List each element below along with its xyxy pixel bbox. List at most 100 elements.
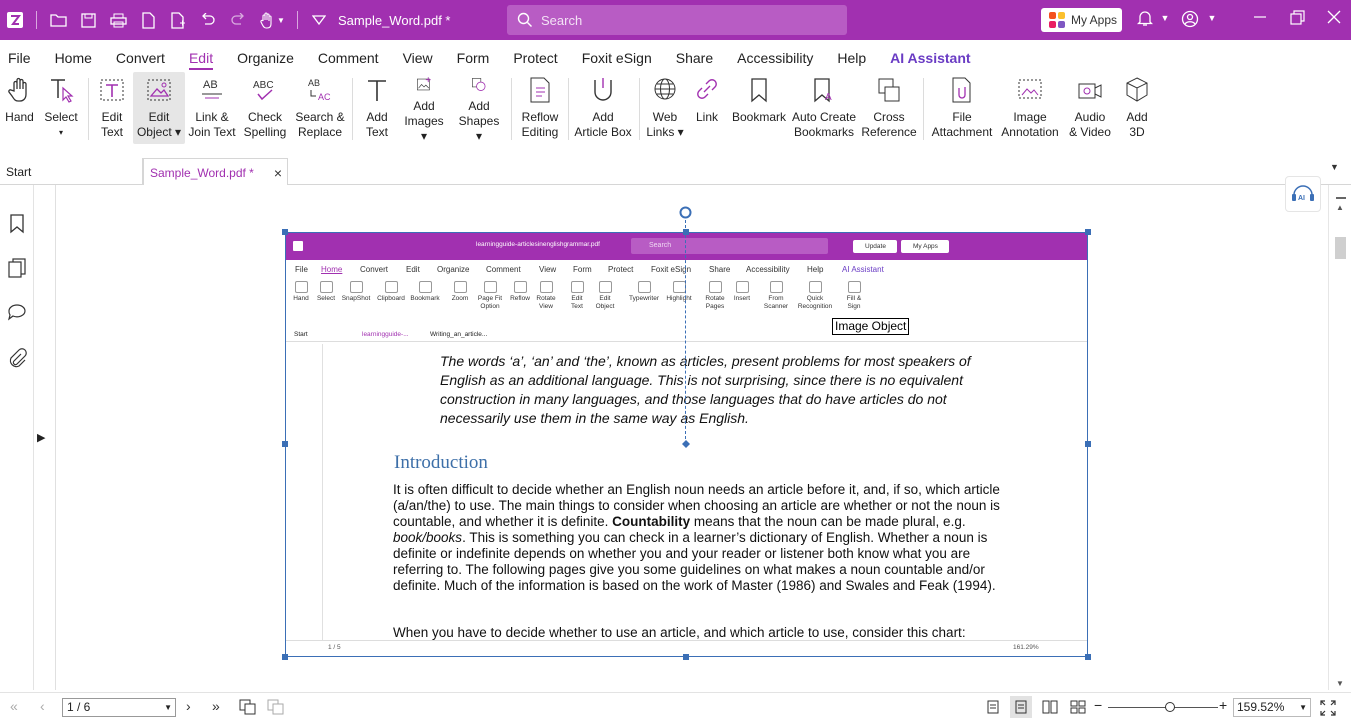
link-join-text-button[interactable]: AB Link & Join Text bbox=[188, 72, 236, 144]
search-box[interactable]: Search bbox=[507, 5, 847, 35]
bookmark-panel-icon[interactable] bbox=[6, 212, 28, 234]
cross-reference-button[interactable]: Cross Reference bbox=[860, 72, 918, 144]
zoom-slider-track[interactable] bbox=[1108, 707, 1218, 708]
restore-icon[interactable] bbox=[1285, 10, 1309, 29]
previous-view-icon[interactable] bbox=[239, 699, 257, 715]
menu-share[interactable]: Share bbox=[664, 40, 725, 72]
undo-icon[interactable] bbox=[193, 0, 223, 40]
zoom-in-icon[interactable]: + bbox=[1219, 697, 1227, 713]
hand-button[interactable]: Hand bbox=[3, 72, 36, 144]
prev-page-icon[interactable]: ‹ bbox=[40, 698, 45, 714]
continuous-facing-icon[interactable] bbox=[1070, 700, 1086, 714]
web-links-button[interactable]: Web Links ▾ bbox=[645, 72, 685, 144]
resize-handle-sw[interactable] bbox=[282, 654, 288, 660]
next-page-icon[interactable]: › bbox=[186, 698, 191, 714]
embedded-rb-select: Select bbox=[316, 281, 336, 303]
tab-sample-word[interactable]: Sample_Word.pdf * × bbox=[143, 158, 288, 185]
first-page-icon[interactable]: « bbox=[10, 698, 18, 714]
foxit-logo-icon[interactable] bbox=[0, 0, 30, 40]
print-icon[interactable] bbox=[103, 0, 133, 40]
save-icon[interactable] bbox=[73, 0, 103, 40]
expand-panel-icon[interactable]: ▶ bbox=[37, 431, 45, 444]
menu-convert[interactable]: Convert bbox=[104, 40, 177, 72]
embedded-title-bar: learningguide-articlesinenglishgrammar.p… bbox=[286, 233, 1087, 260]
create-doc-icon[interactable] bbox=[163, 0, 193, 40]
auto-bookmark-icon: A bbox=[814, 78, 832, 103]
add-shapes-button[interactable]: Add Shapes ▾ bbox=[454, 72, 504, 144]
menu-home[interactable]: Home bbox=[43, 40, 104, 72]
last-page-icon[interactable]: » bbox=[212, 698, 220, 714]
resize-handle-se[interactable] bbox=[1085, 654, 1091, 660]
menu-form[interactable]: Form bbox=[445, 40, 502, 72]
ai-assistant-float-button[interactable]: AI bbox=[1285, 176, 1321, 212]
menu-edit[interactable]: Edit bbox=[177, 40, 225, 72]
scroll-down-icon[interactable]: ▼ bbox=[1336, 679, 1344, 688]
zoom-level-input[interactable]: 159.52% ▼ bbox=[1233, 698, 1311, 717]
embedded-rb-fill-sign: Fill & Sign bbox=[840, 281, 868, 311]
select-text-icon bbox=[51, 79, 74, 103]
page-number-input[interactable]: 1 / 6 ▼ bbox=[62, 698, 176, 717]
close-icon[interactable] bbox=[1322, 10, 1346, 28]
pages-panel-icon[interactable] bbox=[6, 257, 28, 279]
add-images-button[interactable]: Add Images ▾ bbox=[400, 72, 448, 144]
reflow-editing-button[interactable]: Reflow Editing bbox=[517, 72, 563, 144]
open-folder-icon[interactable] bbox=[43, 0, 73, 40]
rotate-handle-icon[interactable] bbox=[678, 205, 693, 220]
chevron-down-icon[interactable]: ▼ bbox=[1200, 13, 1224, 23]
fullscreen-icon[interactable] bbox=[1320, 700, 1336, 716]
add-article-box-button[interactable]: Add Article Box bbox=[572, 72, 634, 144]
resize-handle-n[interactable] bbox=[683, 229, 689, 235]
vertical-scrollbar-thumb[interactable] bbox=[1335, 237, 1346, 259]
redo-icon[interactable] bbox=[223, 0, 253, 40]
facing-pages-icon[interactable] bbox=[1042, 700, 1058, 714]
resize-handle-s[interactable] bbox=[683, 654, 689, 660]
check-spelling-button[interactable]: ABC Check Spelling bbox=[241, 72, 289, 144]
select-button[interactable]: Select ▾ bbox=[42, 72, 80, 144]
single-page-icon[interactable] bbox=[986, 700, 1000, 714]
resize-handle-w[interactable] bbox=[282, 441, 288, 447]
menu-view[interactable]: View bbox=[391, 40, 445, 72]
file-attachment-button[interactable]: File Attachment bbox=[929, 72, 995, 144]
my-apps-button[interactable]: My Apps bbox=[1041, 8, 1122, 32]
bookmark-button[interactable]: Bookmark bbox=[731, 72, 787, 144]
customize-dropdown-icon[interactable] bbox=[304, 0, 334, 40]
link-button[interactable]: Link bbox=[691, 72, 723, 144]
resize-handle-nw[interactable] bbox=[282, 229, 288, 235]
resize-handle-ne[interactable] bbox=[1085, 229, 1091, 235]
scroll-up-icon[interactable]: ▲ bbox=[1336, 203, 1344, 212]
next-view-icon[interactable] bbox=[267, 699, 285, 715]
hand-tool-icon[interactable]: ▼ bbox=[253, 0, 291, 40]
image-annotation-button[interactable]: Image Annotation bbox=[998, 72, 1062, 144]
resize-handle-e[interactable] bbox=[1085, 441, 1091, 447]
chevron-down-icon[interactable]: ▼ bbox=[1153, 13, 1177, 23]
add-text-icon bbox=[368, 80, 386, 101]
search-replace-button[interactable]: AB AC Search & Replace bbox=[294, 72, 346, 144]
panel-toggle-icon[interactable] bbox=[1336, 197, 1346, 199]
menu-protect[interactable]: Protect bbox=[501, 40, 569, 72]
zoom-out-icon[interactable]: − bbox=[1094, 697, 1102, 713]
edit-text-button[interactable]: Edit Text bbox=[94, 72, 130, 144]
menu-organize[interactable]: Organize bbox=[225, 40, 306, 72]
account-icon[interactable] bbox=[1178, 10, 1202, 32]
tab-close-icon[interactable]: × bbox=[274, 159, 282, 187]
svg-text:ABC: ABC bbox=[253, 80, 274, 91]
menu-ai-assistant[interactable]: AI Assistant bbox=[878, 40, 982, 72]
embedded-rb-highlight: Highlight bbox=[662, 281, 696, 303]
comments-panel-icon[interactable] bbox=[6, 301, 28, 323]
auto-create-bookmarks-button[interactable]: A Auto Create Bookmarks bbox=[791, 72, 857, 144]
menu-accessibility[interactable]: Accessibility bbox=[725, 40, 825, 72]
menu-help[interactable]: Help bbox=[825, 40, 878, 72]
edit-object-button[interactable]: Edit Object ▾ bbox=[133, 72, 185, 144]
audio-video-button[interactable]: Audio & Video bbox=[1066, 72, 1114, 144]
add-text-button[interactable]: Add Text bbox=[360, 72, 394, 144]
attachments-panel-icon[interactable] bbox=[6, 347, 28, 369]
menu-comment[interactable]: Comment bbox=[306, 40, 391, 72]
continuous-page-button[interactable] bbox=[1010, 696, 1032, 718]
new-doc-icon[interactable] bbox=[133, 0, 163, 40]
minimize-icon[interactable] bbox=[1248, 10, 1272, 28]
menu-file[interactable]: File bbox=[0, 40, 43, 72]
menu-foxit-esign[interactable]: Foxit eSign bbox=[570, 40, 664, 72]
add-3d-button[interactable]: Add 3D bbox=[1118, 72, 1156, 144]
zoom-slider-thumb[interactable] bbox=[1165, 702, 1175, 712]
tab-start[interactable]: Start bbox=[0, 158, 143, 185]
